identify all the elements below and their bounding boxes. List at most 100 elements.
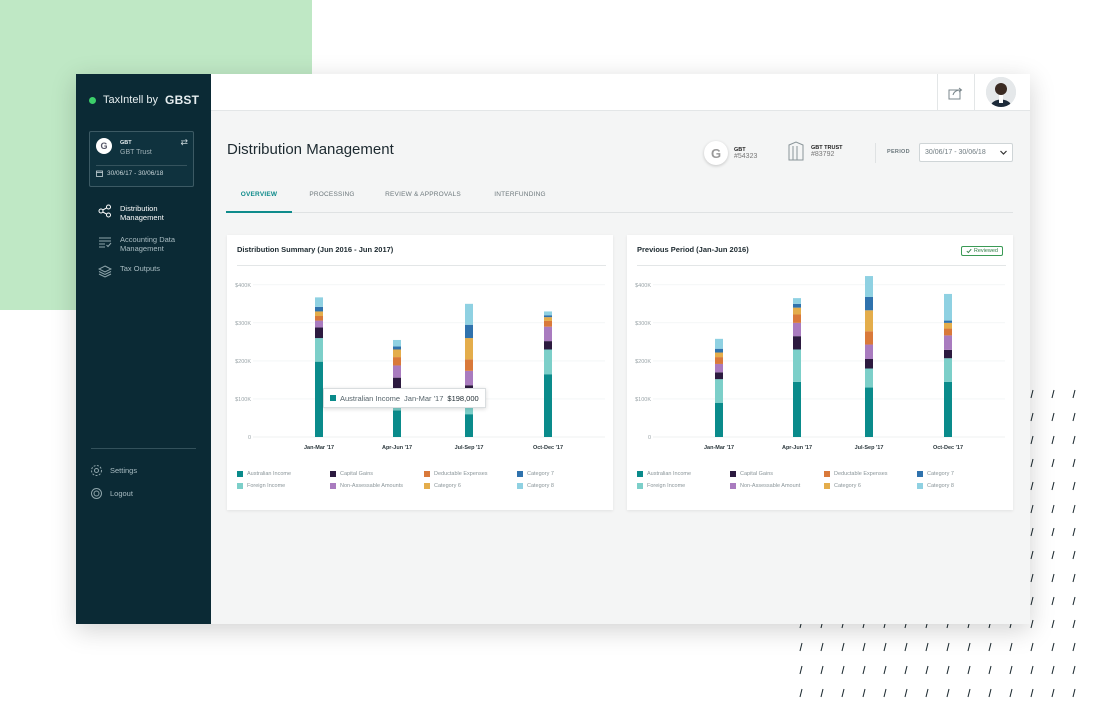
bar-segment[interactable]: [944, 328, 952, 336]
bar-segment[interactable]: [465, 370, 473, 386]
bar-segment[interactable]: [465, 303, 473, 325]
bar-segment[interactable]: [715, 402, 723, 437]
bar-segment[interactable]: [315, 297, 323, 307]
sidebar-item-distribution-management[interactable]: Distribution Management: [98, 204, 164, 222]
bar-segment[interactable]: [944, 335, 952, 350]
bar-segment[interactable]: [544, 349, 552, 375]
decorative-dash: [1051, 435, 1055, 445]
bar-segment[interactable]: [465, 414, 473, 437]
header-entity-gbt[interactable]: G GBT #54323: [704, 141, 757, 165]
legend-item[interactable]: Australian Income: [237, 471, 291, 477]
period-select[interactable]: 30/06/17 - 30/06/18: [919, 143, 1013, 162]
tab-processing[interactable]: PROCESSING: [302, 191, 362, 213]
bar-segment[interactable]: [715, 352, 723, 358]
bar-segment[interactable]: [865, 368, 873, 388]
header-entity-gbt-trust[interactable]: GBT TRUST #83792: [787, 141, 842, 161]
sidebar-item-accounting-data-management[interactable]: Accounting Data Management: [98, 235, 175, 253]
bar-segment[interactable]: [944, 293, 952, 321]
legend-item[interactable]: Foreign Income: [237, 483, 285, 489]
bar-segment[interactable]: [315, 320, 323, 328]
tab-interfunding[interactable]: INTERFUNDING: [484, 191, 556, 213]
bar-segment[interactable]: [544, 326, 552, 342]
legend-item[interactable]: Category 8: [517, 483, 554, 489]
legend-item[interactable]: Capital Gains: [730, 471, 773, 477]
bar-segment[interactable]: [715, 357, 723, 364]
bar-segment[interactable]: [865, 296, 873, 311]
legend-swatch: [637, 471, 643, 477]
bar-segment[interactable]: [315, 311, 323, 317]
bar-segment[interactable]: [793, 314, 801, 323]
bar-segment[interactable]: [715, 379, 723, 403]
settings-link[interactable]: Settings: [90, 464, 137, 477]
bar-segment[interactable]: [793, 307, 801, 315]
bar-segment[interactable]: [944, 381, 952, 437]
bar-segment[interactable]: [793, 336, 801, 350]
bar-segment[interactable]: [715, 363, 723, 373]
bar-segment[interactable]: [544, 315, 552, 318]
bar-segment[interactable]: [715, 338, 723, 349]
bar-segment[interactable]: [544, 311, 552, 316]
decorative-dash: [841, 688, 845, 698]
bar-segment[interactable]: [544, 341, 552, 350]
decorative-dash: [946, 688, 950, 698]
bar-segment[interactable]: [393, 357, 401, 366]
bar-segment[interactable]: [865, 344, 873, 359]
bar-segment[interactable]: [393, 410, 401, 437]
bar-segment[interactable]: [315, 338, 323, 362]
user-avatar[interactable]: [986, 77, 1016, 107]
legend-item[interactable]: Deductable Expenses: [424, 471, 488, 477]
bar-segment[interactable]: [715, 348, 723, 353]
bar-segment[interactable]: [393, 349, 401, 358]
bar-segment[interactable]: [865, 359, 873, 369]
bar-segment[interactable]: [793, 322, 801, 337]
legend-item[interactable]: Deductable Expenses: [824, 471, 888, 477]
bar-segment[interactable]: [865, 276, 873, 297]
legend-item[interactable]: Non-Assessable Amounts: [330, 483, 403, 489]
entity-switcher[interactable]: G GBT GBT Trust ⇄ 30/06/17 - 30/06/18: [89, 131, 194, 187]
legend-item[interactable]: Category 7: [517, 471, 554, 477]
bar-segment[interactable]: [944, 358, 952, 382]
logout-link[interactable]: Logout: [90, 487, 133, 500]
legend-item[interactable]: Category 6: [424, 483, 461, 489]
legend-item[interactable]: Capital Gains: [330, 471, 373, 477]
bar-segment[interactable]: [944, 349, 952, 359]
card-divider: [237, 265, 606, 266]
bar-segment[interactable]: [793, 303, 801, 308]
bar-segment[interactable]: [715, 372, 723, 380]
export-button[interactable]: [937, 74, 975, 111]
bar-segment[interactable]: [465, 338, 473, 360]
bar-segment[interactable]: [793, 349, 801, 382]
bar-segment[interactable]: [465, 359, 473, 371]
brand-logo[interactable]: TaxIntell by GBST: [89, 93, 199, 107]
bar-segment[interactable]: [315, 327, 323, 339]
bar-segment[interactable]: [793, 381, 801, 437]
decorative-dash: [967, 665, 971, 675]
bar-segment[interactable]: [944, 320, 952, 323]
bar-segment[interactable]: [393, 365, 401, 378]
legend-item[interactable]: Category 7: [917, 471, 954, 477]
sidebar-item-tax-outputs[interactable]: Tax Outputs: [98, 264, 160, 278]
legend-item[interactable]: Non-Assessable Amount: [730, 483, 800, 489]
legend-item[interactable]: Category 6: [824, 483, 861, 489]
tab-review-approvals[interactable]: REVIEW & APPROVALS: [378, 191, 468, 213]
tab-overview[interactable]: OVERVIEW: [226, 191, 292, 213]
legend-item[interactable]: Foreign Income: [637, 483, 685, 489]
bar-segment[interactable]: [544, 320, 552, 327]
swap-arrows-icon[interactable]: ⇄: [180, 137, 188, 148]
bar-segment[interactable]: [865, 310, 873, 332]
bar-segment[interactable]: [793, 298, 801, 304]
bar-segment[interactable]: [544, 374, 552, 437]
bar-segment[interactable]: [944, 322, 952, 329]
decorative-dash: [1030, 504, 1034, 514]
bar-segment[interactable]: [393, 346, 401, 350]
bar-segment[interactable]: [544, 317, 552, 321]
bar-segment[interactable]: [865, 331, 873, 345]
bar-segment[interactable]: [315, 316, 323, 321]
bar-segment[interactable]: [865, 387, 873, 437]
bar-segment[interactable]: [315, 306, 323, 312]
bar-segment[interactable]: [465, 324, 473, 339]
bar-segment[interactable]: [315, 361, 323, 437]
bar-segment[interactable]: [393, 339, 401, 347]
legend-item[interactable]: Australian Income: [637, 471, 691, 477]
legend-item[interactable]: Category 8: [917, 483, 954, 489]
